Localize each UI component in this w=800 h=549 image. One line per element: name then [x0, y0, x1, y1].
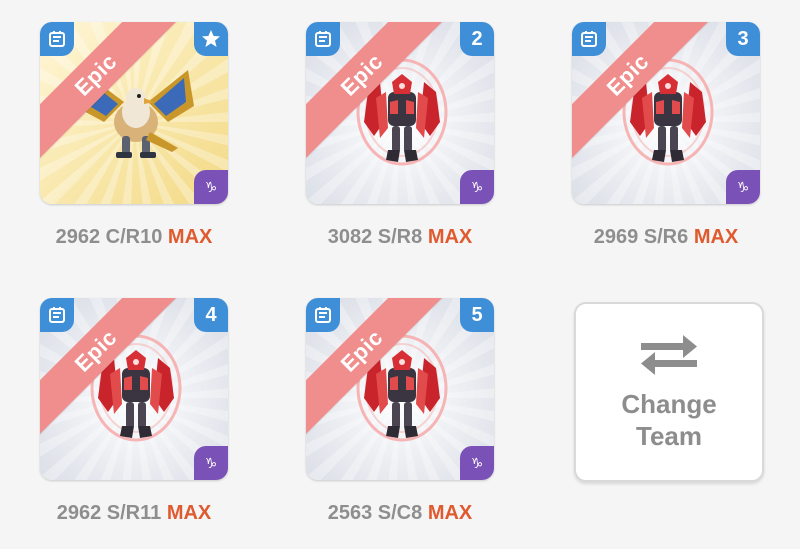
max-label: MAX: [167, 226, 213, 248]
element-icon: ♑: [194, 170, 228, 204]
svg-text:♑: ♑: [205, 456, 218, 472]
team-slot-3[interactable]: Epic 3 ♑ 2969 S/R6 MAX: [572, 22, 760, 249]
monster-stats: 2969 S/R6 MAX: [572, 226, 760, 249]
svg-text:♑: ♑: [205, 180, 218, 196]
max-label: MAX: [693, 226, 739, 248]
change-team-line1: Change: [621, 389, 717, 419]
leader-star-icon: [194, 22, 228, 56]
slot-number-badge: 3: [726, 22, 760, 56]
stats-value: 2962 S/R11: [56, 502, 162, 524]
swap-arrows-icon: [641, 335, 697, 375]
team-slot-2[interactable]: Epic 2 ♑ 3082 S/R8 MAX: [306, 22, 494, 249]
stats-value: 2962 C/R10: [55, 226, 163, 248]
team-slot-1[interactable]: Epic ♑ 2962 C/R10 MAX: [40, 22, 228, 249]
monster-stats: 2962 C/R10 MAX: [40, 226, 228, 249]
element-icon: ♑: [460, 446, 494, 480]
element-icon: ♑: [194, 446, 228, 480]
details-icon[interactable]: [40, 298, 74, 332]
element-icon: ♑: [460, 170, 494, 204]
details-icon[interactable]: [306, 22, 340, 56]
details-icon[interactable]: [572, 22, 606, 56]
monster-card[interactable]: Epic 2 ♑: [306, 22, 494, 204]
change-team-line2: Team: [636, 421, 702, 451]
max-label: MAX: [427, 502, 473, 524]
max-label: MAX: [427, 226, 473, 248]
slot-number-badge: 2: [460, 22, 494, 56]
change-team-label: Change Team: [621, 388, 716, 452]
team-slot-5[interactable]: Epic 5 ♑ 2563 S/C8 MAX: [306, 298, 494, 525]
details-icon[interactable]: [306, 298, 340, 332]
monster-card[interactable]: Epic 4 ♑: [40, 298, 228, 480]
slot-number-badge: 5: [460, 298, 494, 332]
monster-stats: 2563 S/C8 MAX: [306, 502, 494, 525]
monster-stats: 3082 S/R8 MAX: [306, 226, 494, 249]
element-icon: ♑: [726, 170, 760, 204]
svg-text:♑: ♑: [471, 180, 484, 196]
stats-value: 2563 S/C8: [327, 502, 423, 524]
max-label: MAX: [166, 502, 212, 524]
svg-text:♑: ♑: [737, 180, 750, 196]
slot-number-badge: 4: [194, 298, 228, 332]
monster-stats: 2962 S/R11 MAX: [40, 502, 228, 525]
stats-value: 2969 S/R6: [593, 226, 689, 248]
monster-card[interactable]: Epic 5 ♑: [306, 298, 494, 480]
change-team-button[interactable]: Change Team: [574, 302, 764, 482]
stats-value: 3082 S/R8: [327, 226, 423, 248]
svg-text:♑: ♑: [471, 456, 484, 472]
monster-card[interactable]: Epic 3 ♑: [572, 22, 760, 204]
monster-card[interactable]: Epic ♑: [40, 22, 228, 204]
details-icon[interactable]: [40, 22, 74, 56]
team-slot-4[interactable]: Epic 4 ♑ 2962 S/R11 MAX: [40, 298, 228, 525]
